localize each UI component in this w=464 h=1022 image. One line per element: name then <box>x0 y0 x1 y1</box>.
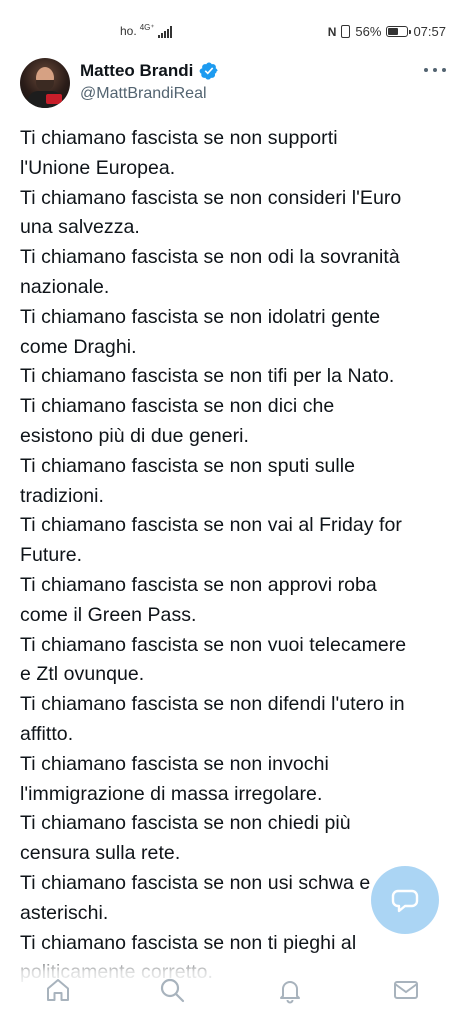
compose-icon <box>391 889 419 913</box>
tweet-line: Ti chiamano fascista se non approvi roba <box>20 573 377 596</box>
vibrate-icon <box>341 25 351 38</box>
tweet-line: censura sulla rete. <box>20 842 181 865</box>
tweet-line: Ti chiamano fascista se non idolatri gen… <box>20 305 381 328</box>
tweet-line: l'Unione Europea. <box>20 156 176 179</box>
tweet-line: l'immigrazione di massa irregolare. <box>20 782 323 805</box>
nav-home[interactable] <box>42 974 74 1006</box>
tweet-line: Ti chiamano fascista se non difendi l'ut… <box>20 693 405 716</box>
tweet-line: Ti chiamano fascista se non chiedi più <box>20 812 351 835</box>
clock: 07:57 <box>413 24 446 39</box>
tweet-line: Ti chiamano fascista se non vuoi telecam… <box>20 633 407 656</box>
nav-notifications[interactable] <box>274 974 306 1006</box>
battery-icon <box>386 26 412 37</box>
tweet-line: come Draghi. <box>20 335 137 358</box>
tweet-line: Ti chiamano fascista se non vai al Frida… <box>20 514 402 537</box>
tweet-line: nazionale. <box>20 275 110 298</box>
network-type: 4G⁺ <box>139 23 155 32</box>
status-right: N 56% 07:57 <box>328 24 446 39</box>
tweet-line: affitto. <box>20 722 74 745</box>
bell-icon <box>280 981 300 1004</box>
tweet-line: Ti chiamano fascista se non consideri l'… <box>20 186 402 209</box>
nav-search[interactable] <box>156 974 188 1006</box>
tweet-line: e Ztl ovunque. <box>20 663 145 686</box>
tweet-line: Ti chiamano fascista se non sputi sulle <box>20 454 356 477</box>
nfc-icon: N <box>327 24 337 39</box>
status-bar: ho. 4G⁺ N 56% 07:57 <box>0 0 464 64</box>
tweet-line: Ti chiamano fascista se non odi la sovra… <box>20 246 400 269</box>
author-name-row: Matteo Brandi <box>80 61 219 81</box>
tweet-text: Ti chiamano fascista se non supporti l'Un… <box>20 124 450 988</box>
tweet-line: tradizioni. <box>20 484 105 507</box>
tweet-line: come il Green Pass. <box>20 603 197 626</box>
compose-button[interactable] <box>371 866 439 934</box>
tweet-header: Matteo Brandi @MattBrandiReal <box>20 58 450 110</box>
home-icon <box>47 979 69 1001</box>
tweet-line: Ti chiamano fascista se non dici che <box>20 395 335 418</box>
search-icon <box>160 978 185 1003</box>
mail-icon <box>394 981 418 999</box>
nav-messages[interactable] <box>390 974 422 1006</box>
carrier-label: ho. <box>120 24 137 38</box>
battery-percent: 56% <box>355 24 382 39</box>
avatar[interactable] <box>20 58 70 108</box>
signal-icon <box>157 26 172 38</box>
verified-badge-icon <box>199 62 218 80</box>
more-options-icon[interactable] <box>424 68 446 76</box>
tweet-line: Ti chiamano fascista se non supporti <box>20 127 338 149</box>
tweet-line: esistono più di due generi. <box>20 424 250 447</box>
status-left: ho. 4G⁺ <box>120 23 172 38</box>
author-handle[interactable]: @MattBrandiReal <box>80 85 207 103</box>
author-name[interactable]: Matteo Brandi <box>80 61 193 81</box>
tweet-line: Ti chiamano fascista se non tifi per la … <box>20 365 395 388</box>
bottom-nav <box>0 966 464 1022</box>
tweet-line: Future. <box>20 544 83 567</box>
tweet-line: Ti chiamano fascista se non invochi <box>20 752 329 775</box>
tweet-line: una salvezza. <box>20 216 140 239</box>
